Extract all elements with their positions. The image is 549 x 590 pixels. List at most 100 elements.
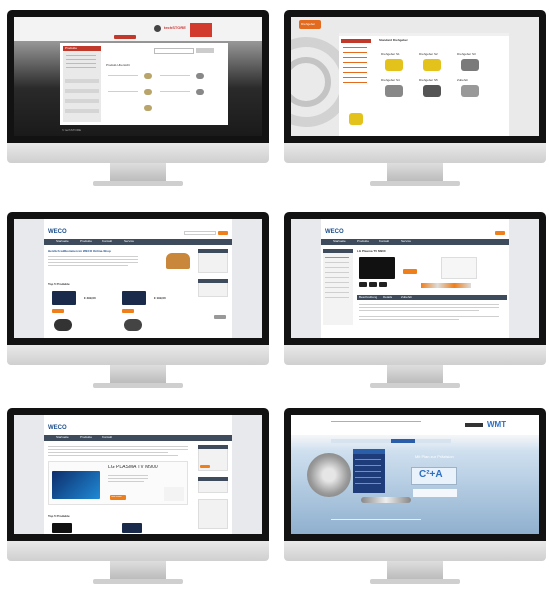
login-button[interactable] — [200, 465, 210, 468]
search-input[interactable] — [184, 231, 216, 235]
thumbnail[interactable] — [359, 282, 367, 287]
menu-item-active[interactable] — [353, 449, 385, 454]
screen-2: Drehgeber Standard Drehgeber Drehgeber S… — [291, 17, 539, 136]
sidebar-section[interactable] — [65, 89, 99, 93]
nav-item[interactable]: Startseite — [56, 240, 69, 243]
search-input[interactable] — [154, 48, 194, 54]
section-title: Top 5 Produkte — [48, 515, 70, 518]
page-title: Standard Drehgeber — [379, 39, 408, 42]
price: € 199,00 — [154, 297, 166, 300]
nav-item[interactable]: Produkte — [80, 436, 92, 439]
product-image[interactable] — [124, 319, 142, 331]
category-item[interactable] — [325, 277, 349, 278]
category-item[interactable] — [325, 282, 349, 283]
price-tag[interactable] — [122, 309, 134, 313]
sidebar-section[interactable] — [65, 79, 99, 83]
sidebar-item[interactable] — [343, 77, 367, 78]
category-item[interactable] — [325, 262, 349, 263]
encoder-image[interactable] — [461, 85, 479, 97]
category-item[interactable] — [325, 272, 349, 273]
search-button[interactable] — [495, 231, 505, 235]
tab-item[interactable]: Details — [383, 296, 392, 299]
product-thumb[interactable] — [196, 89, 204, 95]
description-text — [359, 307, 499, 308]
menu-item[interactable] — [355, 459, 381, 460]
nav-item[interactable]: Startseite — [56, 436, 69, 439]
product-image[interactable] — [52, 291, 76, 305]
sidebar-item[interactable] — [66, 67, 96, 68]
nav-item[interactable]: Kontakt — [379, 240, 389, 243]
price: € 499,00 — [84, 297, 96, 300]
sidebar-section[interactable] — [65, 99, 99, 103]
product-image[interactable] — [54, 319, 72, 331]
category-item[interactable] — [325, 267, 349, 268]
search-button[interactable] — [218, 231, 228, 235]
sidebar-section[interactable] — [65, 109, 99, 113]
nav-item[interactable]: Produkte — [80, 240, 92, 243]
nav-item[interactable]: Kontakt — [102, 436, 112, 439]
sidebar-item[interactable] — [66, 59, 96, 60]
monitor-stand — [387, 561, 443, 579]
product-thumb[interactable] — [144, 105, 152, 111]
product-image[interactable] — [52, 523, 72, 533]
footer-links[interactable] — [331, 519, 421, 520]
menu-item[interactable] — [355, 477, 381, 478]
body-text — [48, 262, 138, 263]
product-thumb[interactable] — [144, 89, 152, 95]
encoder-image[interactable] — [385, 85, 403, 97]
sidebar-item[interactable] — [343, 67, 367, 68]
product-image[interactable] — [122, 291, 146, 305]
thumbnail[interactable] — [369, 282, 377, 287]
cart-button[interactable] — [214, 315, 226, 319]
encoder-image[interactable] — [423, 85, 441, 97]
sidebar-item[interactable] — [343, 47, 367, 48]
product-thumb[interactable] — [196, 73, 204, 79]
monitor-chin — [7, 541, 269, 561]
nav-item[interactable]: Kontakt — [102, 240, 112, 243]
tab-item[interactable]: Zubehör — [401, 296, 412, 299]
brand-logo-icon — [154, 25, 161, 32]
active-tab[interactable] — [391, 439, 415, 443]
sidebar-item[interactable] — [343, 62, 367, 63]
top-links[interactable] — [331, 421, 421, 422]
category-item[interactable] — [325, 292, 349, 293]
hero-title: Mit Plan zur Präzision — [415, 455, 454, 459]
menu-item[interactable] — [355, 465, 381, 466]
monitor-1: techSTORE Produkte Produkt-Übersicht © t… — [7, 10, 269, 188]
thumbnail[interactable] — [379, 282, 387, 287]
encoder-image[interactable] — [461, 59, 479, 71]
sidebar-item[interactable] — [343, 72, 367, 73]
product-main-image[interactable] — [359, 257, 395, 279]
category-item[interactable] — [325, 287, 349, 288]
sidebar-item[interactable] — [66, 63, 96, 64]
filter-button[interactable] — [196, 48, 214, 53]
encoder-image[interactable] — [349, 113, 363, 125]
price-tag[interactable] — [52, 309, 64, 313]
monitor-chin — [284, 541, 546, 561]
nav-item[interactable]: Service — [401, 240, 411, 243]
encoder-image[interactable] — [385, 59, 403, 71]
category-item[interactable] — [325, 297, 349, 298]
search-button[interactable] — [114, 35, 136, 39]
sidebar-item[interactable] — [343, 57, 367, 58]
encoder-image[interactable] — [423, 59, 441, 71]
sidebar-item[interactable] — [343, 82, 367, 83]
product-label: Drehgeber S2 — [419, 53, 438, 56]
category-item[interactable] — [325, 257, 349, 258]
product-label: Drehgeber S5 — [419, 79, 438, 82]
sidebar-title: Produkte — [65, 47, 78, 50]
product-thumb[interactable] — [144, 73, 152, 79]
product-label: Zubehör — [457, 79, 469, 82]
product-text — [108, 91, 138, 92]
nav-item[interactable]: Service — [124, 240, 134, 243]
menu-item[interactable] — [355, 471, 381, 472]
product-image[interactable] — [122, 523, 142, 533]
add-to-cart-button[interactable] — [403, 269, 417, 274]
sidebar-item[interactable] — [343, 52, 367, 53]
tab-item[interactable]: Beschreibung — [359, 296, 377, 299]
nav-item[interactable]: Produkte — [357, 240, 369, 243]
tv-image — [52, 471, 100, 499]
nav-item[interactable]: Startseite — [333, 240, 346, 243]
menu-item[interactable] — [355, 483, 381, 484]
sidebar-item[interactable] — [66, 55, 96, 56]
